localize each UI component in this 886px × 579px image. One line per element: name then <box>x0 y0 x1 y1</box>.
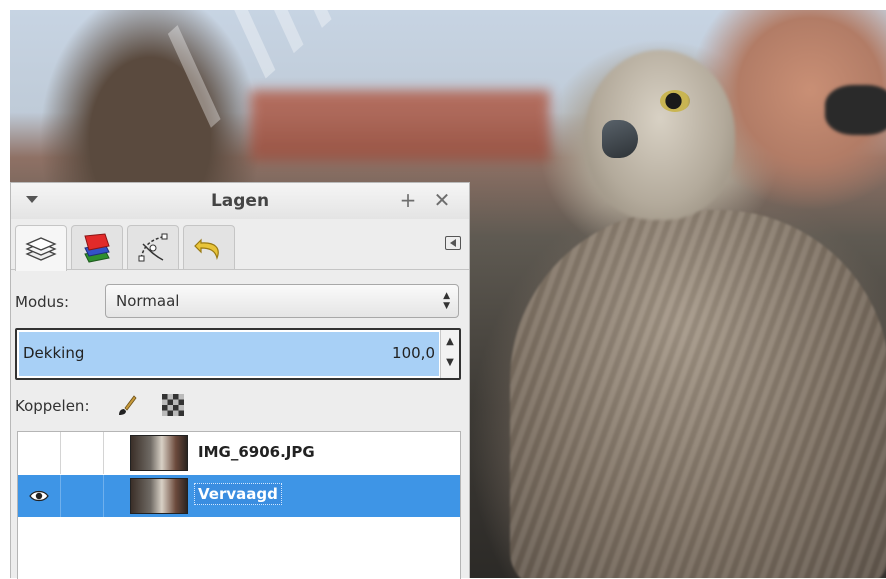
opacity-scale[interactable]: Dekking 100,0 ▲ ▼ <box>15 328 461 380</box>
spin-up-icon[interactable]: ▲ <box>441 336 459 347</box>
visibility-toggle[interactable] <box>18 475 61 517</box>
chain-toggle[interactable] <box>61 432 104 474</box>
eye-icon <box>29 490 49 502</box>
close-icon[interactable]: ✕ <box>431 189 453 211</box>
tab-undo-history[interactable] <box>183 225 235 269</box>
channels-icon <box>84 232 110 263</box>
layers-icon <box>25 236 57 261</box>
layer-name-editing[interactable]: Vervaagd <box>194 483 282 505</box>
dialog-titlebar: Lagen + ✕ <box>11 183 469 219</box>
mode-value: Normaal <box>116 292 180 310</box>
tab-channels[interactable] <box>71 225 123 269</box>
combo-arrows-icon: ▲ ▼ <box>443 291 450 311</box>
visibility-toggle[interactable] <box>18 432 61 474</box>
spin-down-icon[interactable]: ▼ <box>441 357 459 368</box>
tab-menu-icon[interactable] <box>445 236 461 250</box>
mode-row: Modus: Normaal ▲ ▼ <box>11 279 469 321</box>
layer-thumbnail <box>130 478 188 514</box>
photo-falcon-eye <box>660 90 690 112</box>
opacity-label: Dekking <box>23 344 85 362</box>
photo-roof <box>250 90 550 160</box>
layer-thumbnail <box>130 435 188 471</box>
layer-row[interactable]: IMG_6906.JPG <box>18 432 460 474</box>
dock-tabs <box>11 219 469 271</box>
tab-paths[interactable] <box>127 225 179 269</box>
layer-row-selected[interactable]: Vervaagd <box>18 475 460 517</box>
tab-layers[interactable] <box>15 225 67 271</box>
mode-combobox[interactable]: Normaal ▲ ▼ <box>105 284 459 318</box>
paths-icon <box>138 233 168 261</box>
add-tab-icon[interactable]: + <box>397 189 419 211</box>
opacity-value: 100,0 <box>392 344 435 362</box>
layers-dialog: Lagen + ✕ Modus: Normaal ▲ ▼ Dekking 100… <box>10 182 470 579</box>
chain-toggle[interactable] <box>61 475 104 517</box>
opacity-spinner[interactable]: ▲ ▼ <box>440 330 459 378</box>
mode-label: Modus: <box>15 293 70 311</box>
photo-falcon-beak <box>602 120 638 158</box>
lock-label: Koppelen: <box>15 397 90 415</box>
undo-history-icon <box>194 238 219 260</box>
lock-alpha-checker-icon[interactable] <box>161 393 185 417</box>
photo-falcon-body <box>510 210 886 578</box>
photo-microphone <box>825 85 886 135</box>
layer-name[interactable]: IMG_6906.JPG <box>198 443 315 461</box>
layer-list: IMG_6906.JPG Vervaagd <box>17 431 461 579</box>
lock-pixels-brush-icon[interactable] <box>115 393 139 417</box>
lock-row: Koppelen: <box>11 389 469 421</box>
